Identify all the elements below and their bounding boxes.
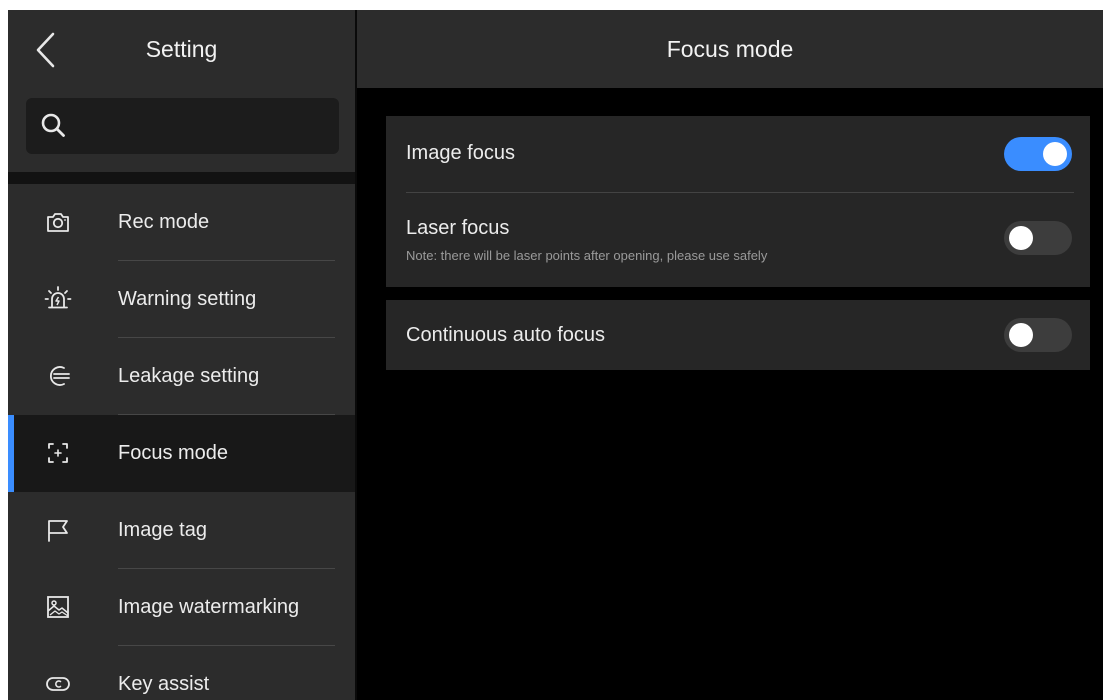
sidebar-header: Setting xyxy=(8,10,355,88)
image-focus-label: Image focus xyxy=(406,142,515,164)
sidebar-item-rec-mode[interactable]: Rec mode xyxy=(8,184,355,261)
sidebar-item-label: Rec mode xyxy=(118,211,210,233)
search-area xyxy=(8,88,355,172)
focus-icon xyxy=(44,439,72,467)
setting-row-laser-focus: Laser focus Note: there will be laser po… xyxy=(386,193,1090,287)
sidebar-item-label: Image watermarking xyxy=(118,596,300,618)
toggle-knob xyxy=(1009,323,1033,347)
setting-row-continuous-auto-focus: Continuous auto focus xyxy=(386,300,1090,370)
sidebar-item-label: Image tag xyxy=(118,519,207,541)
laser-focus-note: Note: there will be laser points after o… xyxy=(406,248,768,263)
main-header: Focus mode xyxy=(357,10,1103,88)
sidebar-item-label: Leakage setting xyxy=(118,365,260,387)
sidebar-item-image-tag[interactable]: Image tag xyxy=(8,492,355,569)
sidebar-item-label: Warning setting xyxy=(118,288,257,310)
continuous-auto-focus-label: Continuous auto focus xyxy=(406,324,606,346)
settings-app: Setting Rec mode Warning setting Leakage… xyxy=(8,10,1103,700)
toggle-knob xyxy=(1009,226,1033,250)
wind-icon xyxy=(44,362,72,390)
alarm-light-icon xyxy=(44,285,72,313)
setting-row-image-focus: Image focus xyxy=(386,116,1090,192)
back-button[interactable] xyxy=(28,30,64,70)
auto-focus-card: Continuous auto focus xyxy=(386,300,1090,370)
active-indicator xyxy=(8,415,14,492)
sidebar-item-label: Focus mode xyxy=(118,442,229,464)
flag-icon xyxy=(44,516,72,544)
chevron-left-icon xyxy=(36,32,55,68)
sidebar: Setting Rec mode Warning setting Leakage… xyxy=(8,10,355,700)
search-box[interactable] xyxy=(26,98,339,154)
search-input[interactable] xyxy=(76,98,326,154)
image-focus-toggle[interactable] xyxy=(1004,137,1072,171)
sidebar-item-warning-setting[interactable]: Warning setting xyxy=(8,261,355,338)
camera-icon xyxy=(44,208,72,236)
focus-settings-card: Image focus Laser focus Note: there will… xyxy=(386,116,1090,287)
toggle-knob xyxy=(1043,142,1067,166)
sidebar-item-leakage-setting[interactable]: Leakage setting xyxy=(8,338,355,415)
laser-focus-label: Laser focus xyxy=(406,217,510,239)
sidebar-item-label: Key assist xyxy=(118,673,210,695)
sidebar-item-image-watermarking[interactable]: Image watermarking xyxy=(8,569,355,646)
main-panel: Focus mode Image focus Laser focus Note:… xyxy=(357,10,1103,700)
search-icon xyxy=(41,113,65,137)
sidebar-item-key-assist[interactable]: Key assist xyxy=(8,646,355,700)
key-assist-icon xyxy=(44,670,72,698)
sidebar-menu: Rec mode Warning setting Leakage setting… xyxy=(8,184,355,700)
sidebar-gap xyxy=(8,172,355,184)
page-title: Focus mode xyxy=(666,36,794,62)
continuous-auto-focus-toggle[interactable] xyxy=(1004,318,1072,352)
sidebar-item-focus-mode[interactable]: Focus mode xyxy=(8,415,355,492)
image-icon xyxy=(44,593,72,621)
laser-focus-toggle[interactable] xyxy=(1004,221,1072,255)
